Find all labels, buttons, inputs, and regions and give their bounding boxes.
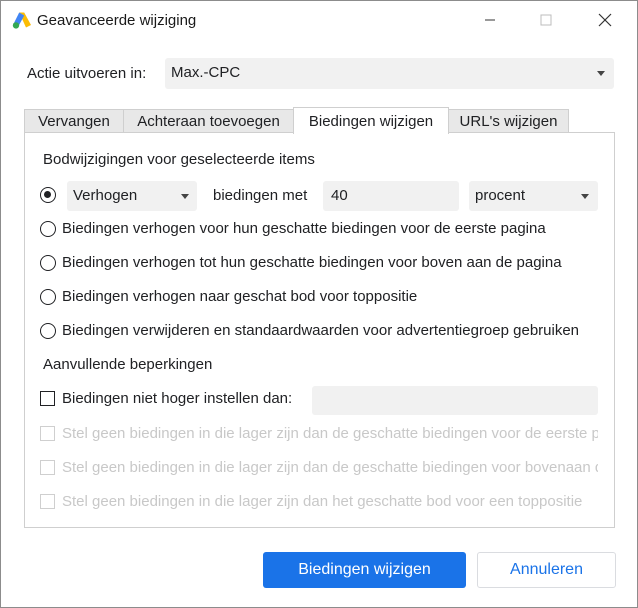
tab-label: Biedingen wijzigen bbox=[308, 112, 434, 130]
mode-select[interactable]: Verhogen bbox=[67, 181, 197, 211]
tab-label: Vervangen bbox=[38, 113, 110, 130]
min-top-of-page-checkbox[interactable] bbox=[40, 460, 55, 475]
change-bids-button-label: Biedingen wijzigen bbox=[298, 561, 431, 578]
min-first-page-label: Stel geen biedingen in die lager zijn da… bbox=[62, 425, 598, 442]
unit-select[interactable]: procent bbox=[469, 181, 598, 211]
unit-select-value: procent bbox=[475, 187, 526, 204]
amount-value: 40 bbox=[331, 187, 348, 204]
close-icon[interactable] bbox=[582, 1, 628, 39]
action-select[interactable]: Max.-CPC bbox=[165, 58, 614, 89]
action-select-value: Max.-CPC bbox=[171, 64, 241, 81]
tab-vervangen[interactable]: Vervangen bbox=[24, 109, 124, 133]
change-bids-button[interactable]: Biedingen wijzigen bbox=[263, 552, 466, 588]
min-top-position-label: Stel geen biedingen in die lager zijn da… bbox=[62, 493, 583, 510]
cancel-button-label: Annuleren bbox=[510, 561, 583, 578]
title-bar: Geavanceerde wijziging bbox=[1, 1, 637, 39]
min-top-position-checkbox[interactable] bbox=[40, 494, 55, 509]
window-title: Geavanceerde wijziging bbox=[37, 12, 197, 29]
maximize-icon[interactable] bbox=[523, 1, 569, 39]
cancel-button[interactable]: Annuleren bbox=[477, 552, 616, 588]
bids-with-label: biedingen met bbox=[213, 187, 308, 204]
constraints-title: Aanvullende beperkingen bbox=[43, 356, 213, 373]
minimize-icon[interactable] bbox=[467, 1, 513, 39]
radio-adjust-bids[interactable] bbox=[40, 187, 56, 203]
option-top-position-label: Biedingen verhogen naar geschat bod voor… bbox=[62, 288, 418, 305]
radio-remove-bids[interactable] bbox=[40, 323, 56, 339]
google-ads-logo-icon bbox=[12, 12, 31, 29]
max-bid-input[interactable] bbox=[312, 386, 598, 415]
amount-input[interactable]: 40 bbox=[323, 181, 459, 211]
chevron-down-icon bbox=[597, 71, 605, 76]
section-title: Bodwijzigingen voor geselecteerde items bbox=[43, 151, 315, 168]
tab-urls-wijzigen[interactable]: URL's wijzigen bbox=[448, 109, 569, 133]
chevron-down-icon bbox=[581, 194, 589, 199]
dialog-window: Geavanceerde wijziging Actie uitvoeren i… bbox=[0, 0, 638, 608]
min-top-of-page-label: Stel geen biedingen in die lager zijn da… bbox=[62, 459, 598, 476]
mode-select-value: Verhogen bbox=[73, 187, 138, 204]
option-first-page-label: Biedingen verhogen voor hun geschatte bi… bbox=[62, 220, 546, 237]
tab-biedingen-wijzigen[interactable]: Biedingen wijzigen bbox=[293, 107, 449, 134]
min-first-page-checkbox[interactable] bbox=[40, 426, 55, 441]
max-bid-checkbox[interactable] bbox=[40, 391, 55, 406]
option-top-of-page-label: Biedingen verhogen tot hun geschatte bie… bbox=[62, 254, 562, 271]
chevron-down-icon bbox=[181, 194, 189, 199]
max-bid-label: Biedingen niet hoger instellen dan: bbox=[62, 390, 293, 407]
action-label: Actie uitvoeren in: bbox=[27, 65, 147, 82]
tab-achteraan-toevoegen[interactable]: Achteraan toevoegen bbox=[123, 109, 294, 133]
radio-top-of-page[interactable] bbox=[40, 255, 56, 271]
radio-top-position[interactable] bbox=[40, 289, 56, 305]
tab-label: Achteraan toevoegen bbox=[137, 113, 280, 130]
tab-label: URL's wijzigen bbox=[459, 113, 558, 130]
bid-change-panel: Bodwijzigingen voor geselecteerde items … bbox=[24, 132, 615, 528]
radio-first-page[interactable] bbox=[40, 221, 56, 237]
option-remove-bids-label: Biedingen verwijderen en standaardwaarde… bbox=[62, 322, 580, 339]
